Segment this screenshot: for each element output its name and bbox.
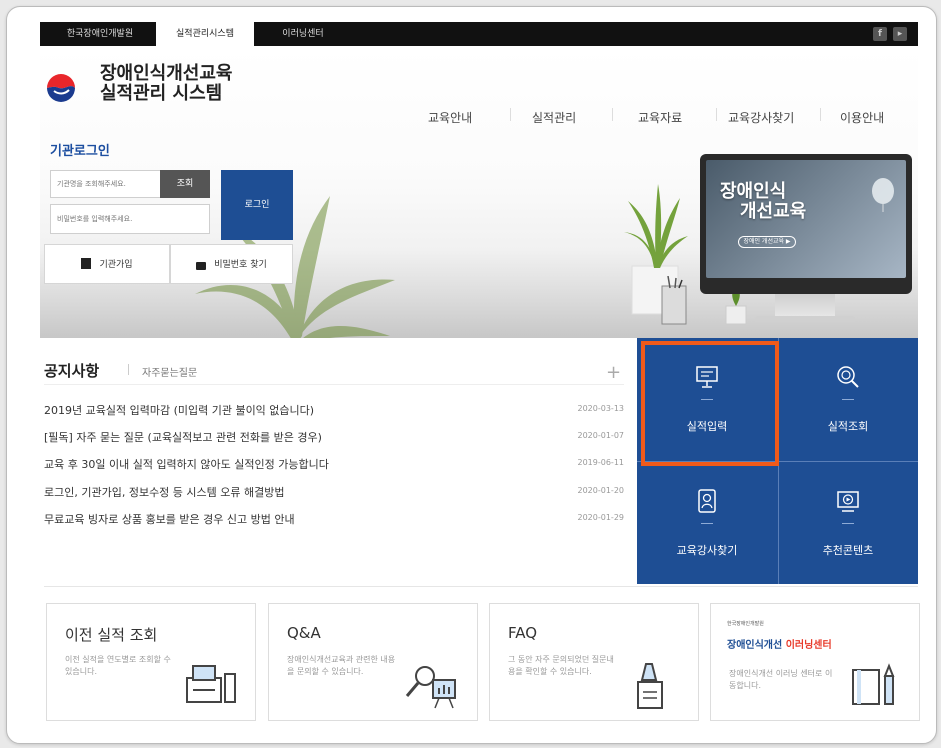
org-search-button[interactable]: 조회 [160, 170, 210, 198]
card-description: 장애인식개선 이러닝 센터로 이동합니다. [729, 669, 833, 690]
tile-label: 교육강사찾기 [676, 544, 738, 557]
play-icon [837, 491, 859, 512]
screen-button: 장애인 개선교육 ▶ [738, 236, 796, 248]
top-bar: 한국장애인개발원 실적관리시스템 이러닝센터 f ▸ [40, 22, 918, 46]
nav-separator [716, 108, 717, 121]
site-title[interactable]: 장애인식개선교육 실적관리 시스템 [100, 64, 232, 104]
nav-education-guide[interactable]: 교육안내 [428, 109, 472, 126]
notice-title: 로그인, 기관가입, 정보수정 등 시스템 오류 해결방법 [44, 486, 285, 499]
notice-item[interactable]: 무료교육 빙자로 상품 홍보를 받은 경우 신고 방법 안내 2020-01-2… [44, 511, 624, 531]
nav-separator [820, 108, 821, 121]
tile-find-instructor[interactable]: 교육강사찾기 [637, 462, 777, 585]
tile-accent-line [842, 523, 854, 524]
highlight-box [641, 341, 779, 466]
tab-elearning[interactable]: 이러닝센터 [258, 22, 348, 46]
card-qna[interactable]: Q&A 장애인식개선교육과 관련한 내용을 문의할 수 있습니다. [268, 603, 478, 721]
join-button[interactable]: 기관가입 [44, 244, 170, 284]
card-previous-performance[interactable]: 이전 실적 조회 이전 실적을 연도별로 조회할 수 있습니다. [46, 603, 256, 721]
tab-performance-system[interactable]: 실적관리시스템 [156, 22, 254, 46]
card-description: 그 동안 자주 문의되었던 질문내용을 확인할 수 있습니다. [508, 655, 614, 676]
card-title: Q&A [287, 624, 321, 642]
elearning-logo-org: 한국장애인개발원 [727, 621, 764, 627]
nav-usage-guide[interactable]: 이용안내 [840, 109, 884, 126]
find-password-button[interactable]: 비밀번호 찾기 [170, 244, 293, 284]
notice-title: [필독] 자주 묻는 질문 (교육실적보고 관련 전화를 받은 경우) [44, 431, 322, 444]
building-icon [81, 258, 92, 269]
nav-find-instructor[interactable]: 교육강사찾기 [728, 109, 794, 126]
nav-separator [510, 108, 511, 121]
tab-kodaf[interactable]: 한국장애인개발원 [54, 22, 146, 46]
printer-icon [186, 665, 236, 703]
magnifier-chart-icon [405, 666, 456, 709]
nav-separator [612, 108, 613, 121]
login-button[interactable]: 로그인 [221, 170, 293, 240]
monitor-base [755, 316, 855, 322]
site-title-line1: 장애인식개선교육 [100, 63, 233, 84]
elearning-logo: 장애인식개선 이러닝센터 [727, 640, 832, 651]
card-faq[interactable]: FAQ 그 동안 자주 문의되었던 질문내용을 확인할 수 있습니다. [489, 603, 699, 721]
search-icon [837, 366, 859, 388]
tile-performance-search[interactable]: 실적조회 [778, 338, 918, 461]
section-divider [44, 586, 918, 587]
monitor-screen: 장애인식 개선교육 장애인 개선교육 ▶ [706, 160, 906, 278]
tile-accent-line [842, 399, 854, 400]
notice-date: 2020-01-29 [577, 513, 625, 522]
site-title-line2: 실적관리 시스템 [100, 83, 223, 104]
login-title: 기관로그인 [50, 144, 110, 159]
hero-banner: 장애인식개선교육 실적관리 시스템 교육안내 실적관리 교육자료 교육강사찾기 … [40, 46, 918, 338]
notice-item[interactable]: 교육 후 30일 이내 실적 입력하지 않아도 실적인정 가능합니다 2019-… [44, 456, 624, 476]
tile-label: 실적조회 [827, 420, 869, 433]
notice-title: 교육 후 30일 이내 실적 입력하지 않아도 실적인정 가능합니다 [44, 458, 329, 471]
card-description: 이전 실적을 연도별로 조회할 수 있습니다. [65, 655, 171, 676]
notice-title: 무료교육 빙자로 상품 홍보를 받은 경우 신고 방법 안내 [44, 513, 295, 526]
tile-label: 추천콘텐츠 [822, 544, 874, 557]
more-notices-button[interactable]: + [606, 362, 621, 383]
notice-title: 2019년 교육실적 입력마감 (미입력 기관 불이익 없습니다) [44, 404, 315, 417]
lock-icon [196, 261, 207, 270]
notice-date: 2019-06-11 [577, 458, 625, 467]
nav-performance[interactable]: 실적관리 [532, 109, 576, 126]
balloon-icon [872, 178, 894, 212]
find-password-label: 비밀번호 찾기 [214, 260, 267, 270]
tile-accent-line [701, 523, 713, 524]
card-description: 장애인식개선교육과 관련한 내용을 문의할 수 있습니다. [287, 655, 396, 676]
notice-date: 2020-01-20 [577, 486, 625, 495]
faq-tab[interactable]: 자주묻는질문 [142, 364, 197, 379]
nav-materials[interactable]: 교육자료 [638, 109, 682, 126]
org-search-input[interactable] [50, 170, 162, 198]
notice-item[interactable]: [필독] 자주 묻는 질문 (교육실적보고 관련 전화를 받은 경우) 2020… [44, 429, 624, 449]
notice-date: 2020-03-13 [577, 404, 625, 413]
document-pen-icon [637, 663, 663, 709]
youtube-icon[interactable]: ▸ [893, 27, 907, 41]
password-input[interactable] [50, 204, 210, 234]
card-elearning-center[interactable]: 한국장애인개발원 장애인식개선 이러닝센터 장애인식개선 이러닝 센터로 이동합… [710, 603, 920, 721]
card-title: 이전 실적 조회 [65, 626, 158, 644]
notice-tab-active[interactable]: 공지사항 [44, 360, 99, 381]
screen-title: 장애인식 개선교육 [720, 181, 807, 222]
notice-item[interactable]: 로그인, 기관가입, 정보수정 등 시스템 오류 해결방법 2020-01-20 [44, 484, 624, 504]
notebook-icon [852, 663, 895, 705]
notice-date: 2020-01-07 [577, 431, 625, 440]
monitor-image: 장애인식 개선교육 장애인 개선교육 ▶ [700, 154, 912, 294]
facebook-icon[interactable]: f [873, 27, 887, 41]
badge-icon [698, 489, 716, 513]
tile-recommended-content[interactable]: 추천콘텐츠 [778, 462, 918, 585]
notice-divider [44, 384, 624, 385]
notice-tab-separator [128, 364, 129, 375]
join-label: 기관가입 [99, 260, 133, 270]
notice-item[interactable]: 2019년 교육실적 입력마감 (미입력 기관 불이익 없습니다) 2020-0… [44, 402, 624, 422]
government-logo-icon[interactable] [46, 73, 76, 103]
monitor-stand [775, 294, 835, 318]
card-title: FAQ [508, 624, 538, 642]
